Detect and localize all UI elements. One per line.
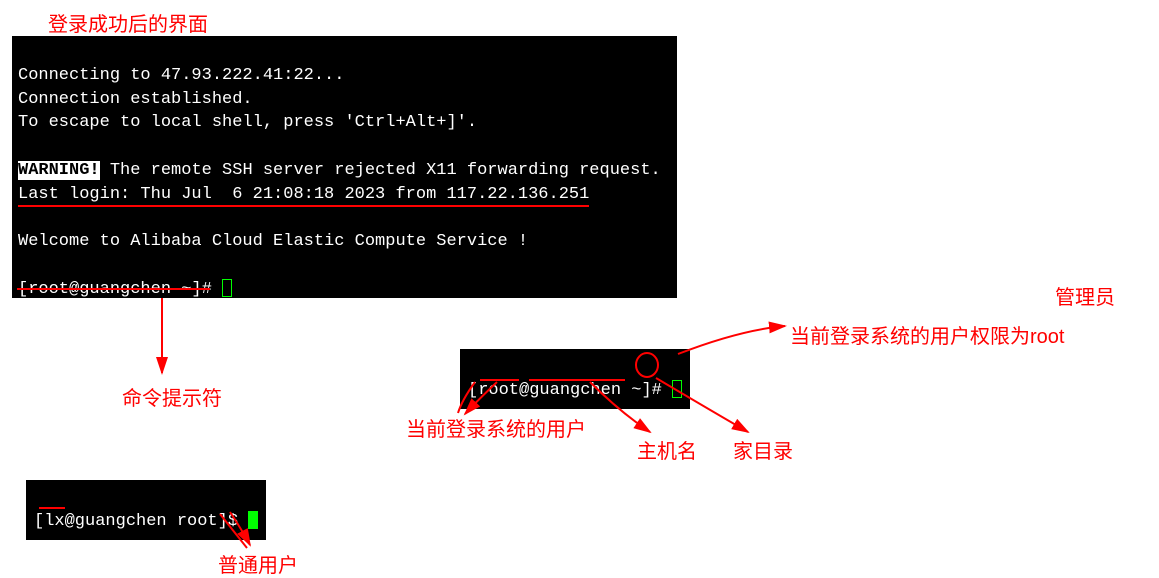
root-perm-annotation: 当前登录系统的用户权限为root <box>790 320 1064 349</box>
last-login-line: Last login: Thu Jul 6 21:08:18 2023 from… <box>18 185 589 207</box>
host-segment: guangchen <box>529 381 621 400</box>
warning-label: WARNING! <box>18 161 100 180</box>
underline-prompt-main <box>17 288 210 290</box>
welcome-line: Welcome to Alibaba Cloud Elastic Compute… <box>18 232 528 251</box>
terminal-bottom: [lx@guangchen root]$ <box>26 480 266 540</box>
title-annotation: 登录成功后的界面 <box>48 8 208 37</box>
homedir-annotation: 家目录 <box>733 435 793 464</box>
cursor-icon <box>248 511 258 529</box>
escape-line: To escape to local shell, press 'Ctrl+Al… <box>18 113 477 132</box>
user-segment: root <box>478 381 519 400</box>
terminal-main: Connecting to 47.93.222.41:22... Connect… <box>12 36 677 298</box>
cursor-icon <box>222 279 232 297</box>
admin-annotation: 管理员 <box>1055 281 1115 310</box>
sym-segment: # <box>652 381 672 400</box>
terminal-mid: [root@guangchen ~]# <box>460 349 690 409</box>
established-line: Connection established. <box>18 90 253 109</box>
cursor-icon <box>672 380 682 398</box>
dir-segment: ~ <box>631 381 641 400</box>
blank-line <box>18 137 28 156</box>
current-user-annotation: 当前登录系统的用户 <box>406 413 586 442</box>
lx-prompt: [lx@guangchen root]$ <box>34 512 248 531</box>
blank-line <box>18 256 28 275</box>
connecting-line: Connecting to 47.93.222.41:22... <box>18 66 344 85</box>
cmd-prompt-annotation: 命令提示符 <box>122 382 222 411</box>
warning-text: The remote SSH server rejected X11 forwa… <box>100 161 661 180</box>
hostname-annotation: 主机名 <box>637 435 697 464</box>
blank-line <box>18 209 28 228</box>
